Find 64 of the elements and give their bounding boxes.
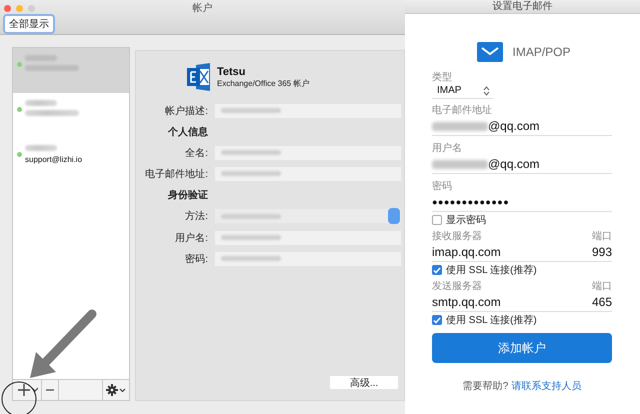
account-item[interactable]: support@lizhi.io bbox=[13, 138, 129, 183]
checkbox[interactable] bbox=[432, 315, 442, 325]
server-field[interactable]: smtp.qq.com bbox=[432, 293, 572, 312]
input-field[interactable] bbox=[215, 252, 401, 266]
server-field[interactable]: imap.qq.com bbox=[432, 243, 572, 262]
input-field[interactable]: @qq.com bbox=[432, 155, 612, 174]
field-label: 端口 bbox=[592, 230, 612, 243]
field-label: 密码: bbox=[184, 252, 208, 266]
type-select[interactable]: IMAP bbox=[432, 84, 493, 99]
input-field[interactable] bbox=[215, 146, 401, 160]
close-button[interactable] bbox=[4, 4, 11, 12]
blurred-text bbox=[25, 145, 57, 151]
status-dot bbox=[17, 152, 22, 156]
status-dot bbox=[17, 62, 22, 66]
mail-icon bbox=[477, 42, 504, 62]
input-field[interactable] bbox=[215, 230, 401, 244]
blurred-text bbox=[25, 110, 79, 116]
window-title: 帐户 bbox=[192, 2, 214, 15]
checkbox-label: 显示密码 bbox=[446, 214, 486, 227]
password-field[interactable]: ●●●●●●●●●●●●● bbox=[432, 193, 612, 212]
pointer-arrow bbox=[30, 310, 96, 378]
exchange-logo-icon bbox=[187, 63, 211, 91]
port-field[interactable]: 465 bbox=[572, 293, 612, 312]
field-label: 电子邮件地址: bbox=[144, 168, 208, 180]
zoom-button[interactable] bbox=[28, 4, 35, 12]
section-heading: 个人信息 bbox=[167, 126, 208, 138]
checkbox-label: 使用 SSL 连接(推荐) bbox=[446, 264, 537, 277]
field-label: 接收服务器 bbox=[432, 230, 482, 243]
updown-icon bbox=[483, 86, 490, 96]
field-label: 电子邮件地址 bbox=[432, 104, 493, 117]
input-field[interactable] bbox=[215, 104, 401, 118]
checkbox[interactable] bbox=[432, 215, 442, 225]
field-label: 密码 bbox=[432, 180, 453, 193]
field-label: 发送服务器 bbox=[432, 280, 482, 293]
field-label: 类型 bbox=[432, 70, 453, 84]
support-link[interactable]: 请联系支持人员 bbox=[511, 381, 582, 392]
dialog-title: 设置电子邮件 bbox=[405, 0, 640, 14]
field-label: 端口 bbox=[592, 280, 612, 293]
field-label: 用户名: bbox=[174, 232, 208, 244]
blurred-text bbox=[25, 100, 57, 106]
field-label: 用户名 bbox=[432, 142, 463, 155]
account-name: Tetsu bbox=[217, 66, 247, 78]
popup-menu[interactable] bbox=[215, 209, 401, 223]
port-field[interactable]: 993 bbox=[572, 243, 612, 262]
show-all-button[interactable]: 全部显示 bbox=[3, 14, 55, 34]
account-item[interactable] bbox=[13, 48, 129, 93]
advanced-button[interactable]: 高级... bbox=[330, 376, 398, 389]
field-label: 方法: bbox=[184, 210, 208, 223]
settings-icon bbox=[106, 384, 126, 396]
checkbox[interactable] bbox=[432, 265, 442, 275]
account-email: support@lizhi.io bbox=[25, 155, 82, 164]
add-account-button[interactable]: 添加帐户 bbox=[432, 333, 612, 363]
field-label: 全名: bbox=[184, 146, 208, 160]
plus-icon bbox=[16, 383, 38, 397]
minimize-button[interactable] bbox=[16, 4, 23, 12]
checkbox-label: 使用 SSL 连接(推荐) bbox=[446, 314, 537, 327]
field-label: 帐户描述: bbox=[164, 104, 208, 118]
input-field[interactable] bbox=[215, 166, 401, 180]
account-type: Exchange/Office 365 帐户 bbox=[217, 78, 310, 88]
help-text: 需要帮助? bbox=[462, 381, 508, 392]
status-dot bbox=[17, 106, 22, 112]
account-type: IMAP/POP bbox=[512, 45, 570, 59]
input-field[interactable]: @qq.com bbox=[432, 117, 612, 136]
section-heading: 身份验证 bbox=[167, 188, 208, 202]
